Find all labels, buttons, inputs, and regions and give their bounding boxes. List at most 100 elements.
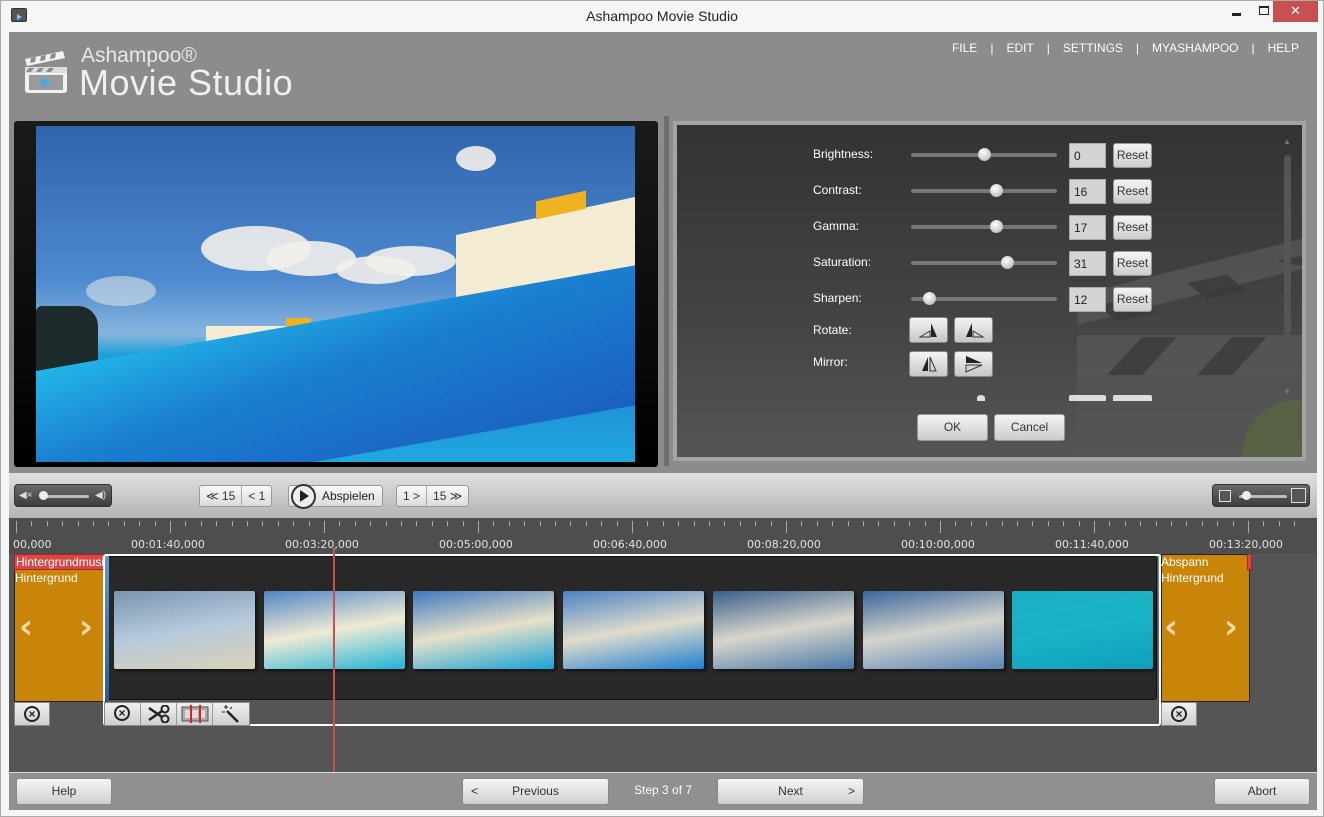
video-clip-thumbnail[interactable] (114, 591, 255, 669)
speaker-icon[interactable]: ◀) (95, 490, 106, 501)
scroll-down-arrow-icon[interactable]: ▼ (1283, 387, 1291, 396)
rotate-left-button[interactable] (909, 317, 948, 343)
close-circle-icon: × (114, 705, 130, 721)
ok-button[interactable]: OK (917, 414, 988, 441)
video-clip-thumbnail[interactable] (712, 591, 854, 669)
slider-thumb[interactable] (1000, 256, 1014, 269)
zoom-in-icon[interactable] (1291, 488, 1306, 503)
mirror-vertical-button[interactable] (954, 351, 993, 377)
ruler-tick (277, 521, 279, 526)
slider-thumb[interactable] (990, 220, 1004, 233)
strip-start-handle[interactable] (105, 554, 109, 700)
scroll-up-arrow-icon[interactable]: ▲ (1283, 137, 1291, 146)
saturation-value-field[interactable]: 31 (1069, 251, 1106, 276)
contrast-slider[interactable] (911, 184, 1057, 197)
gamma-value-field[interactable]: 17 (1069, 215, 1106, 240)
ruler-tick (339, 521, 341, 526)
cancel-button[interactable]: Cancel (994, 414, 1065, 441)
playhead[interactable] (333, 548, 335, 783)
ruler-tick (816, 521, 818, 526)
ruler-tick (647, 521, 649, 526)
background-music-tag[interactable]: Hintergrundmusi (14, 554, 106, 570)
ruler-tick (431, 521, 433, 526)
ruler-tick (324, 521, 325, 533)
video-clip-thumbnail[interactable] (1012, 591, 1154, 669)
slider-thumb[interactable] (978, 148, 991, 161)
transport-bar: ◀× ◀) ≪ 15 < 1 Abspielen 1 > 15 ≫ (9, 473, 1317, 518)
slider-thumb[interactable] (922, 292, 936, 305)
ruler-tick (200, 521, 202, 526)
hidden-value-field (1069, 395, 1106, 401)
cut-clip-button[interactable] (141, 703, 177, 725)
sharpen-slider[interactable] (911, 292, 1057, 305)
next-button[interactable]: Next > (717, 778, 864, 805)
mirror-horizontal-icon (922, 356, 937, 372)
volume-slider[interactable] (43, 495, 89, 498)
minimize-button[interactable] (1223, 1, 1249, 22)
forward-15-button[interactable]: 15 ≫ (427, 486, 468, 506)
mirror-horizontal-button[interactable] (909, 351, 948, 377)
previous-button[interactable]: < Previous (462, 778, 609, 805)
brightness-slider[interactable] (911, 148, 1057, 161)
abort-button[interactable]: Abort (1214, 778, 1310, 805)
ruler-tick (986, 521, 988, 526)
ruler-tick (1248, 521, 1249, 533)
menu-myashampoo[interactable]: MYASHAMPOO (1139, 41, 1251, 55)
delete-intro-button[interactable]: × (14, 702, 50, 726)
timeline-ruler[interactable]: 00,000 00:01:40,000 00:03:20,000 00:05:0… (9, 518, 1317, 554)
ruler-tick (1032, 521, 1034, 526)
menu-edit[interactable]: EDIT (993, 41, 1046, 55)
ruler-tick (662, 521, 664, 526)
ruler-tick (724, 521, 726, 526)
mute-icon[interactable]: ◀× (19, 490, 33, 501)
ruler-tick (16, 521, 17, 533)
menu-help[interactable]: HELP (1255, 41, 1299, 55)
brightness-value-field[interactable]: 0 (1069, 143, 1106, 168)
mirror-label: Mirror: (813, 355, 848, 369)
close-button[interactable]: ✕ (1273, 1, 1318, 22)
play-button[interactable]: Abspielen (288, 484, 383, 509)
outro-next-arrow-icon[interactable]: › (1224, 607, 1238, 647)
intro-next-arrow-icon[interactable]: › (79, 607, 93, 647)
ruler-tick (616, 521, 618, 526)
help-button[interactable]: Help (16, 778, 112, 805)
sharpen-value-field[interactable]: 12 (1069, 287, 1106, 312)
brightness-reset-button[interactable]: Reset (1113, 143, 1152, 168)
trim-clip-button[interactable] (177, 703, 213, 725)
ruler-tick (940, 521, 941, 533)
menu-settings[interactable]: SETTINGS (1050, 41, 1136, 55)
ruler-tick (370, 521, 372, 526)
volume-slider-thumb[interactable] (39, 491, 48, 500)
saturation-slider[interactable] (911, 256, 1057, 269)
video-clip-thumbnail[interactable] (413, 591, 555, 669)
forward-1-button[interactable]: 1 > (397, 486, 428, 506)
menu-file[interactable]: FILE (939, 41, 990, 55)
gamma-row: Gamma: 17 Reset (677, 213, 1302, 241)
panel-splitter[interactable] (664, 116, 669, 466)
ruler-tick (1001, 521, 1003, 526)
slider-thumb[interactable] (989, 184, 1003, 197)
video-frame[interactable] (36, 126, 635, 462)
contrast-value-field[interactable]: 16 (1069, 179, 1106, 204)
outro-prev-arrow-icon[interactable]: ‹ (1164, 607, 1178, 647)
rotate-right-button[interactable] (954, 317, 993, 343)
sharpen-row: Sharpen: 12 Reset (677, 285, 1302, 313)
back-15-button[interactable]: ≪ 15 (200, 486, 243, 506)
gamma-slider[interactable] (911, 220, 1057, 233)
gamma-reset-button[interactable]: Reset (1113, 215, 1152, 240)
delete-outro-button[interactable]: × (1161, 702, 1197, 726)
delete-clip-button[interactable]: × (105, 703, 141, 725)
back-1-button[interactable]: < 1 (242, 486, 271, 506)
video-clip-thumbnail[interactable] (862, 591, 1004, 669)
zoom-out-icon[interactable] (1219, 490, 1231, 502)
outro-music-tag[interactable] (1247, 554, 1252, 570)
intro-prev-arrow-icon[interactable]: ‹ (19, 607, 33, 647)
saturation-reset-button[interactable]: Reset (1113, 251, 1152, 276)
contrast-reset-button[interactable]: Reset (1113, 179, 1152, 204)
video-clip-thumbnail[interactable] (563, 591, 705, 669)
timeline-zoom-thumb[interactable] (1242, 491, 1252, 500)
effects-button[interactable] (213, 703, 249, 725)
rotate-right-icon (966, 323, 985, 338)
sharpen-reset-button[interactable]: Reset (1113, 287, 1152, 312)
adjustments-scrollbar[interactable] (1284, 155, 1291, 335)
